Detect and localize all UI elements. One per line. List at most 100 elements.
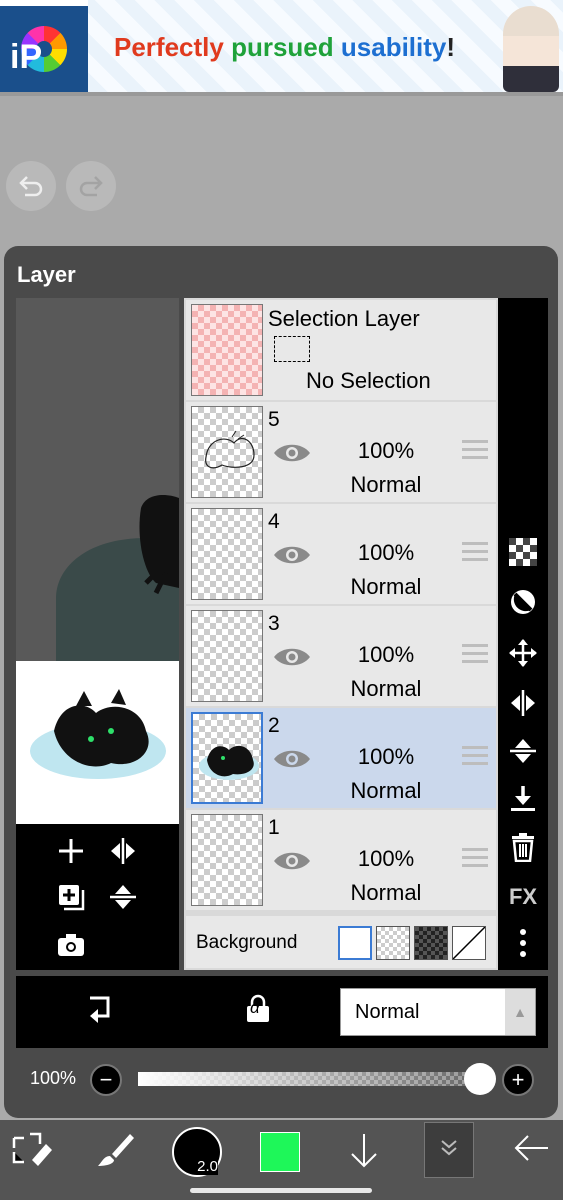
brush-size-button[interactable]: 2.0 [172,1127,222,1177]
background-label: Background [196,932,298,953]
background-light-checker-swatch[interactable] [376,926,410,960]
blend-mode-bar: α Normal ▲ [16,976,548,1048]
blend-mode-value: Normal [355,1001,420,1023]
layer-number: 5 [268,408,280,431]
layer-number: 1 [268,816,280,839]
layer-panel-toggle-button[interactable] [424,1122,474,1178]
layer-opacity: 100% [357,642,415,667]
ad-headline: Perfectly pursued usability! [114,32,455,63]
trash-icon [512,833,534,863]
blend-mode-select[interactable]: Normal ▲ [340,988,536,1036]
selection-layer-name: Selection Layer [268,306,420,331]
layer-number: 3 [268,612,280,635]
drag-handle-icon[interactable] [462,746,488,770]
opacity-slider-knob[interactable] [464,1063,496,1095]
transform-eraser-icon [12,1132,52,1166]
redo-button[interactable] [66,161,116,211]
selection-layer-thumbnail [191,304,263,396]
brush-size-value: 2.0 [197,1158,218,1175]
ad-word: usability [340,32,447,62]
opacity-slider-track[interactable] [138,1072,480,1086]
transform-tool-button[interactable] [2,1130,62,1184]
bottom-toolbar: 2.0 [0,1120,563,1200]
brush-tool-button[interactable] [84,1130,144,1184]
layer-opacity: 100% [357,846,415,871]
flip-vertical-icon [510,739,536,763]
visibility-eye-icon[interactable] [272,440,312,466]
canvas-thumbnail[interactable] [16,661,179,824]
layer-row-selected[interactable]: 2 100% Normal [186,708,496,808]
flip-vertical-icon [110,885,136,909]
layer-blend-mode: Normal [350,574,422,599]
visibility-eye-icon[interactable] [272,848,312,874]
ad-word: Perfectly [114,32,224,62]
flip-horizontal-icon [511,690,535,716]
color-swatch-button[interactable] [260,1132,300,1172]
canvas-preview [16,298,179,661]
layer-thumbnail [191,406,263,498]
layer-blend-mode: Normal [350,472,422,497]
flip-layer-vertical-button[interactable] [498,736,548,772]
delete-layer-button[interactable] [498,832,548,868]
layer-side-toolbar: FX [498,298,548,970]
opacity-lock-button[interactable] [498,588,548,622]
move-button[interactable] [498,638,548,674]
visibility-eye-icon[interactable] [272,746,312,772]
move-icon [509,639,537,667]
drag-handle-icon[interactable] [462,644,488,668]
add-layer-button[interactable] [54,836,88,872]
contrast-icon [511,590,535,614]
alpha-lock-button[interactable]: α [238,994,278,1032]
background-dark-checker-swatch[interactable] [414,926,448,960]
layer-panel: Layer Selection Layer No Selection 5 100… [4,246,558,1118]
ad-word: ! [446,32,456,62]
drag-handle-icon[interactable] [462,440,488,464]
layer-row[interactable]: 1 100% Normal [186,810,496,910]
opacity-increase-button[interactable]: + [502,1064,534,1096]
ad-word: pursued [231,32,334,62]
selection-layer-row[interactable]: Selection Layer No Selection [186,300,496,400]
layer-blend-mode: Normal [350,778,422,803]
scroll-down-button[interactable] [334,1130,394,1184]
background-row: Background [186,916,496,968]
visibility-eye-icon[interactable] [272,542,312,568]
chevron-up-icon: ▲ [505,989,535,1035]
drag-handle-icon[interactable] [462,542,488,566]
drag-handle-icon[interactable] [462,848,488,872]
undo-button[interactable] [6,161,56,211]
layer-number: 2 [268,714,280,737]
more-button[interactable] [498,928,548,964]
fx-button[interactable]: FX [498,882,548,912]
layer-row[interactable]: 4 100% Normal [186,504,496,604]
ad-character-image [503,6,559,92]
panel-title: Layer [17,262,76,287]
layer-row[interactable]: 5 100% Normal [186,402,496,502]
layer-row[interactable]: 3 100% Normal [186,606,496,706]
duplicate-layer-button[interactable] [54,882,88,918]
alpha-symbol: α [250,998,260,1017]
duplicate-layer-icon [59,885,85,911]
background-transparent-swatch[interactable] [452,926,486,960]
selection-marquee-icon [274,336,310,362]
add-layer-icon [59,839,83,863]
camera-button[interactable] [54,932,88,964]
home-indicator [190,1188,372,1193]
layer-thumbnail [191,712,263,804]
ad-banner[interactable]: iP Perfectly pursued usability! [0,0,563,96]
transparency-button[interactable] [498,538,548,572]
layer-thumbnail [191,610,263,702]
opacity-decrease-button[interactable]: − [90,1064,122,1096]
visibility-eye-icon[interactable] [272,644,312,670]
flip-canvas-vertical-button[interactable] [106,882,140,918]
layer-opacity: 100% [357,744,415,769]
chevron-double-down-icon [441,1140,457,1156]
flip-canvas-horizontal-button[interactable] [106,836,140,872]
opacity-label: 100% [30,1068,77,1088]
background-white-swatch[interactable] [338,926,372,960]
layer-blend-mode: Normal [350,880,422,905]
merge-down-button[interactable] [498,784,548,820]
clipping-button[interactable] [80,994,120,1032]
flip-layer-horizontal-button[interactable] [498,688,548,724]
camera-icon [58,934,84,956]
back-button[interactable] [502,1130,562,1180]
